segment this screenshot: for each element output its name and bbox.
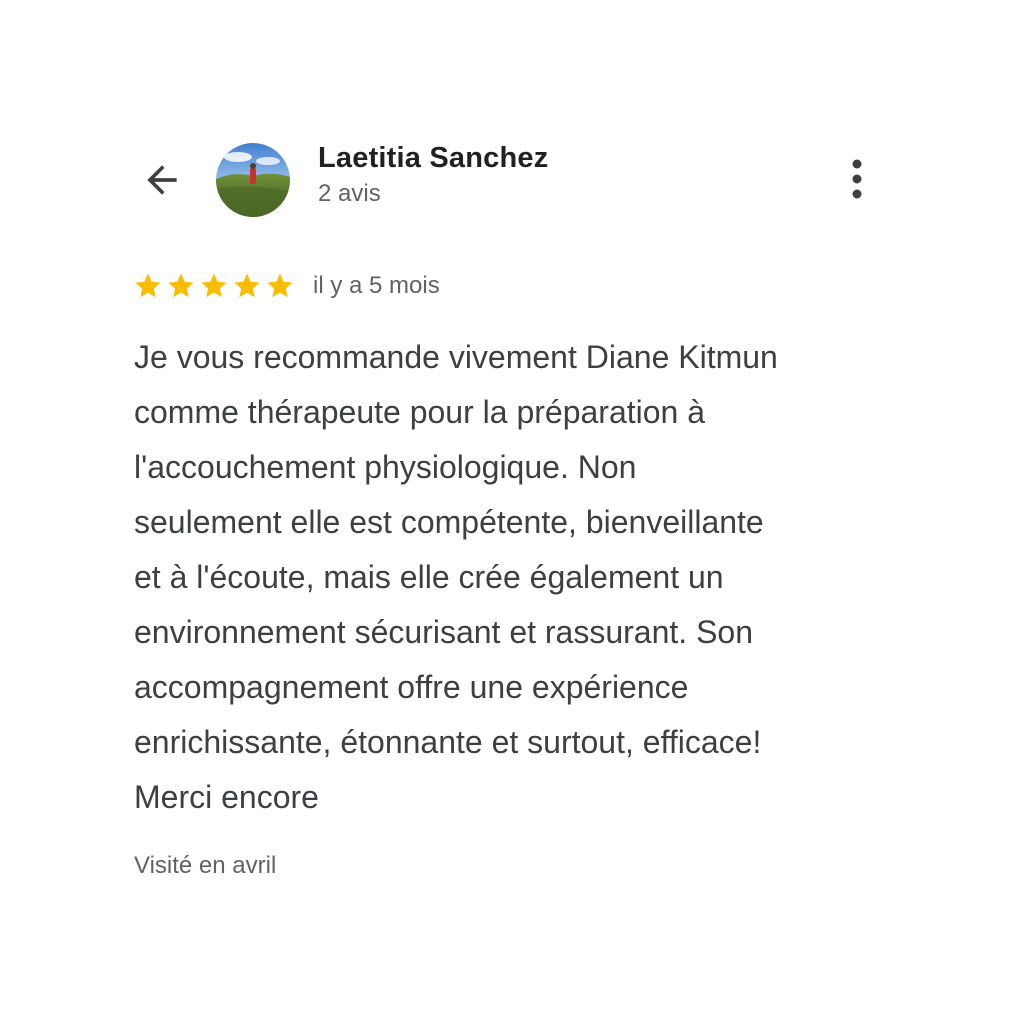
review-header: Laetitia Sanchez 2 avis [0, 140, 1024, 220]
review-text-line: comme thérapeute pour la préparation à [134, 394, 706, 430]
star-icon [234, 273, 260, 298]
star-icon [267, 273, 293, 298]
avatar[interactable] [216, 143, 290, 217]
review-text-line: Je vous recommande vivement Diane Kitmun [134, 339, 778, 375]
review-text-line: accompagnement offre une expérience [134, 669, 689, 705]
review-text-line: environnement sécurisant et rassurant. S… [134, 614, 753, 650]
review-text-line: seulement elle est compétente, bienveill… [134, 504, 764, 540]
review-text-line: l'accouchement physiologique. Non [134, 449, 637, 485]
star-icon [135, 273, 161, 298]
more-options-button[interactable] [834, 154, 880, 204]
star-rating [133, 271, 298, 301]
user-photo-avatar [216, 143, 290, 217]
review-text-line: enrichissante, étonnante et surtout, eff… [134, 724, 762, 760]
more-vert-icon [852, 159, 862, 199]
review-text-line: Merci encore [134, 779, 319, 815]
rating-row: il y a 5 mois [133, 268, 440, 304]
review-date: il y a 5 mois [313, 272, 440, 299]
review-text-line: et à l'écoute, mais elle crée également … [134, 559, 724, 595]
visit-date: Visité en avril [134, 852, 277, 879]
arrow-left-icon [147, 165, 177, 195]
star-icon [201, 273, 227, 298]
author-name[interactable]: Laetitia Sanchez [318, 140, 548, 176]
review-text: Je vous recommande vivement Diane Kitmun… [134, 330, 894, 825]
author-block: Laetitia Sanchez 2 avis [318, 140, 548, 210]
star-icon [168, 273, 194, 298]
author-review-count: 2 avis [318, 180, 381, 207]
back-button[interactable] [136, 154, 188, 206]
